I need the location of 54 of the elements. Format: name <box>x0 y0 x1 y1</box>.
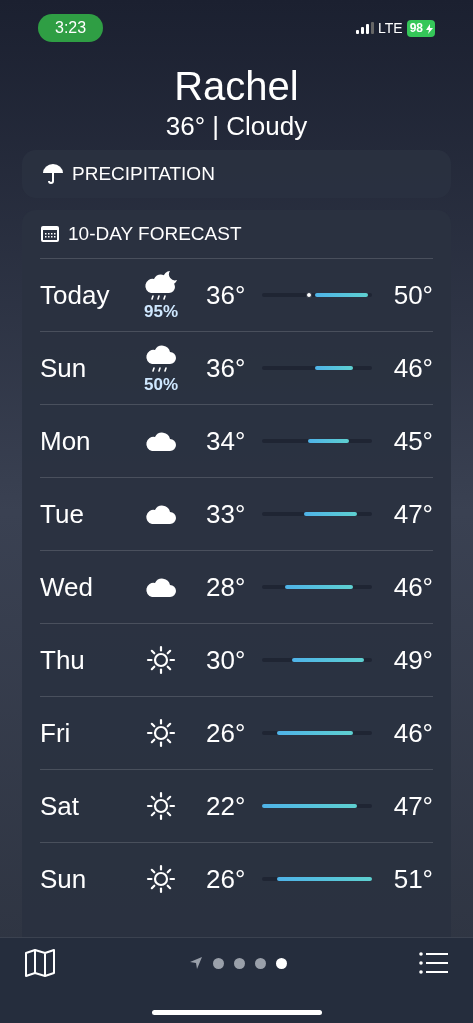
sun-icon <box>145 717 177 749</box>
status-time: 3:23 <box>38 14 104 42</box>
sun-icon <box>145 790 177 822</box>
low-temperature: 28° <box>206 570 247 604</box>
high-temperature: 46° <box>393 716 433 750</box>
umbrella-icon <box>42 163 64 185</box>
high-temperature: 45° <box>393 424 433 458</box>
low-temperature: 30° <box>206 643 247 677</box>
high-temperature: 46° <box>393 351 433 385</box>
high-temperature: 47° <box>393 497 433 531</box>
charging-bolt-icon <box>426 23 433 34</box>
low-temperature: 34° <box>206 424 247 458</box>
day-label: Wed <box>40 570 94 604</box>
low-temperature: 33° <box>206 497 247 531</box>
list-icon[interactable] <box>419 951 449 975</box>
signal-icon <box>356 22 374 34</box>
day-label: Thu <box>40 643 86 677</box>
day-label: Today <box>40 278 111 312</box>
card-title: PRECIPITATION <box>72 161 215 186</box>
low-temperature: 26° <box>206 862 247 896</box>
day-label: Sun <box>40 351 88 385</box>
calendar-icon <box>40 225 60 243</box>
location-name: Rachel <box>174 63 299 110</box>
day-label: Fri <box>40 716 72 750</box>
cloud-moon-rain-icon <box>143 269 179 303</box>
temperature-range-bar <box>315 293 369 297</box>
precipitation-chance: 50% <box>144 376 178 394</box>
high-temperature: 46° <box>393 570 433 604</box>
low-temperature: 22° <box>206 789 247 823</box>
day-label: Sat <box>40 789 81 823</box>
network-label: LTE <box>378 18 403 38</box>
day-label: Mon <box>40 424 92 458</box>
battery-indicator: 98 <box>406 19 435 37</box>
temperature-range-bar <box>284 585 353 589</box>
precipitation-chance: 95% <box>144 303 178 321</box>
temperature-range-bar <box>307 439 350 443</box>
high-temperature: 50° <box>393 278 433 312</box>
day-label: Tue <box>40 497 85 531</box>
low-temperature: 26° <box>206 716 247 750</box>
location-arrow-icon[interactable] <box>188 956 203 970</box>
map-icon[interactable] <box>24 948 56 978</box>
current-conditions: 36° | Cloudy <box>165 110 308 142</box>
precipitation-card[interactable]: PRECIPITATION <box>22 150 451 198</box>
sun-icon <box>145 644 177 676</box>
sun-icon <box>145 863 177 895</box>
low-temperature: 36° <box>206 278 247 312</box>
temperature-range-bar <box>303 512 357 516</box>
low-temperature: 36° <box>206 351 247 385</box>
high-temperature: 51° <box>393 862 433 896</box>
high-temperature: 49° <box>393 643 433 677</box>
temperature-range-bar <box>315 366 353 370</box>
card-title: 10-DAY FORECAST <box>68 221 242 246</box>
high-temperature: 47° <box>393 789 433 823</box>
day-label: Sun <box>40 862 88 896</box>
